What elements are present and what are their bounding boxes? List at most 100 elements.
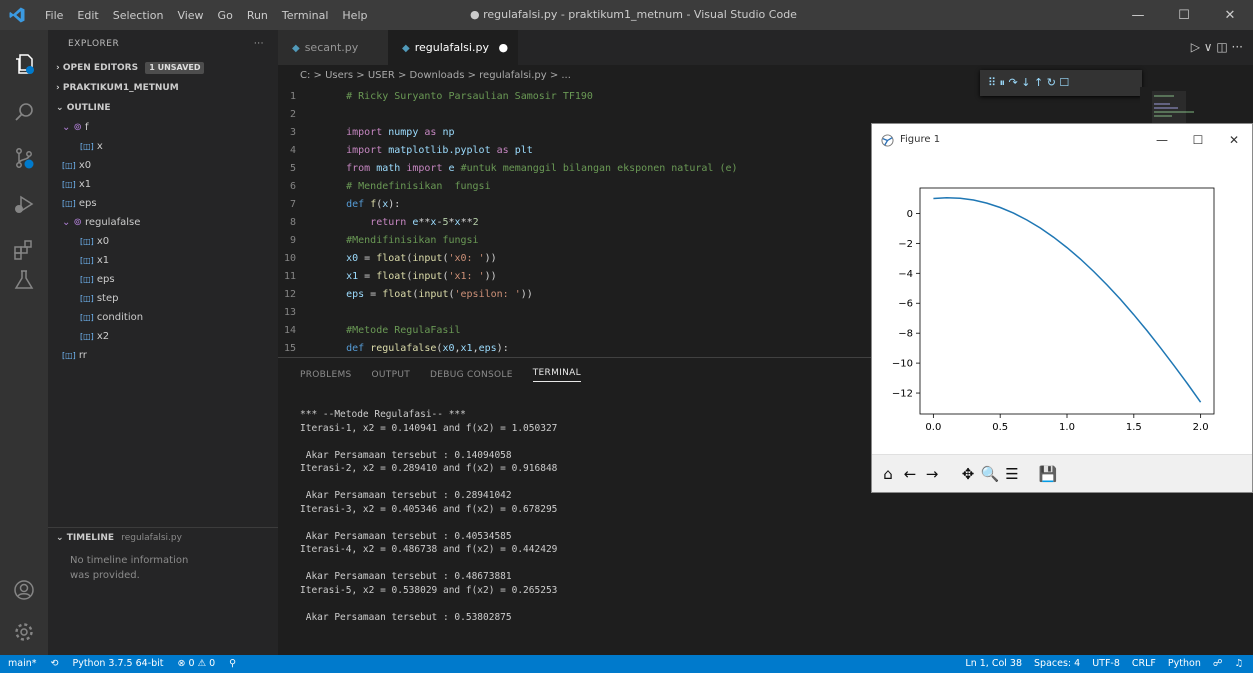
forward-icon[interactable]: → — [922, 463, 942, 485]
status-bar: main* ⟲ Python 3.7.5 64-bit ⊗ 0 ⚠ 0 ⚲ Ln 1, … — [0, 655, 1253, 673]
status-item[interactable]: ☍ — [1213, 655, 1223, 673]
code-text: import numpy as np — [346, 127, 455, 138]
unsaved-dot-icon[interactable]: ● — [498, 41, 508, 54]
breadcrumb[interactable]: C: > Users > USER > Downloads > regulafa… — [278, 65, 978, 87]
code-text: x1 = float(input('x1: ')) — [346, 271, 497, 282]
close-button[interactable]: ✕ — [1207, 0, 1253, 30]
outline-item[interactable]: ⌄ ⊚ regulafalse — [48, 213, 278, 232]
outline-item-label: x — [96, 141, 103, 152]
outline-item[interactable]: [◫] x — [48, 137, 278, 156]
outline-item[interactable]: [◫] x1 — [48, 175, 278, 194]
pan-icon[interactable]: ✥ — [958, 463, 978, 485]
figure-maximize-button[interactable]: ☐ — [1180, 124, 1216, 156]
outline-item[interactable]: [◫] eps — [48, 194, 278, 213]
status-item[interactable]: ⊗ 0 ⚠ 0 — [178, 655, 216, 673]
save-icon[interactable]: 💾 — [1038, 463, 1058, 485]
status-item[interactable]: Python 3.7.5 64-bit — [72, 655, 163, 673]
status-item[interactable]: Spaces: 4 — [1034, 655, 1080, 673]
extensions-icon[interactable] — [12, 238, 36, 262]
chevron-down-icon: ⌄ — [56, 533, 64, 543]
plot-area[interactable]: 0.0 0.5 1.0 1.5 2.0 0 −2 −4 −6 −8 −10 −12 — [872, 156, 1252, 454]
terminal-output[interactable]: *** --Metode Regulafasi-- *** Iterasi-1,… — [300, 408, 557, 624]
configure-icon[interactable]: ☰ — [1002, 463, 1022, 485]
y-tick-label: 0 — [907, 209, 913, 220]
outline-section[interactable]: ⌄ OUTLINE — [48, 98, 278, 118]
back-icon[interactable]: ← — [900, 463, 920, 485]
x-tick-label: 0.0 — [925, 422, 941, 433]
open-editors-section[interactable]: › OPEN EDITORS 1 UNSAVED — [48, 58, 278, 78]
matplotlib-figure-window: Figure 1 — ☐ ✕ 0.0 0.5 1.0 1.5 2.0 0 −2 −4 −6 −8 −… — [871, 123, 1253, 493]
outline-item-label: x1 — [78, 179, 92, 190]
tab-terminal[interactable]: TERMINAL — [532, 368, 581, 382]
code-line[interactable]: 2 — [278, 106, 1138, 124]
home-icon[interactable]: ⌂ — [878, 463, 898, 485]
outline-item[interactable]: [◫] rr — [48, 346, 278, 365]
timeline-header[interactable]: ⌄ TIMELINE regulafalsi.py — [48, 527, 278, 547]
outline-item[interactable]: [◫] eps — [48, 270, 278, 289]
sidebar-title-text: EXPLORER — [68, 39, 120, 49]
menu-view[interactable]: View — [170, 9, 210, 22]
outline-item[interactable]: [◫] x0 — [48, 232, 278, 251]
tab-label: regulafalsi.py — [414, 41, 489, 54]
outline-item[interactable]: [◫] x0 — [48, 156, 278, 175]
activity-bar — [0, 30, 48, 655]
settings-gear-icon[interactable] — [12, 620, 36, 644]
status-item[interactable]: ♫ — [1234, 655, 1243, 673]
figure-toolbar: ⌂ ← → ✥ 🔍 ☰ 💾 — [872, 454, 1252, 492]
menu-run[interactable]: Run — [240, 9, 275, 22]
figure-title-bar: Figure 1 — ☐ ✕ — [872, 124, 1252, 156]
outline-item[interactable]: [◫] condition — [48, 308, 278, 327]
line-number: 6 — [289, 181, 296, 192]
status-item[interactable]: main* — [8, 655, 37, 673]
debug-toolbar[interactable]: ⠿ ⏸ ↷ ↓ ↑ ↻ ☐ — [980, 70, 1142, 96]
code-text: import matplotlib.pyplot as plt — [346, 145, 533, 156]
tab-regulafalsi[interactable]: ◆ regulafalsi.py ● — [388, 30, 518, 65]
figure-close-button[interactable]: ✕ — [1216, 124, 1252, 156]
tab-problems[interactable]: PROBLEMS — [300, 370, 352, 380]
menu-go[interactable]: Go — [211, 9, 240, 22]
workspace-section[interactable]: › PRAKTIKUM1_METNUM — [48, 78, 278, 98]
explorer-icon[interactable] — [12, 52, 36, 76]
run-debug-icon[interactable] — [12, 192, 36, 216]
account-icon[interactable] — [12, 578, 36, 602]
outline-item-label: eps — [78, 198, 97, 209]
y-tick-label: −6 — [898, 299, 913, 310]
menu-file[interactable]: File — [38, 9, 70, 22]
outline-item[interactable]: [◫] x2 — [48, 327, 278, 346]
outline-item[interactable]: [◫] x1 — [48, 251, 278, 270]
variable-symbol-icon: [◫] — [80, 275, 94, 284]
status-item[interactable]: CRLF — [1132, 655, 1156, 673]
menu-edit[interactable]: Edit — [70, 9, 105, 22]
menu-terminal[interactable]: Terminal — [275, 9, 336, 22]
more-actions-icon[interactable]: ··· — [254, 30, 264, 58]
maximize-button[interactable]: ☐ — [1161, 0, 1207, 30]
source-control-icon[interactable] — [12, 146, 36, 170]
editor-actions[interactable]: ▷ ∨ ◫ ··· — [1191, 30, 1243, 65]
outline-item[interactable]: ⌄ ⊚ f — [48, 118, 278, 137]
code-text: #Metode RegulaFasil — [346, 325, 461, 336]
status-item[interactable]: Ln 1, Col 38 — [965, 655, 1022, 673]
tab-output[interactable]: OUTPUT — [372, 370, 410, 380]
status-item[interactable]: ⚲ — [229, 655, 236, 673]
x-tick-label: 1.0 — [1059, 422, 1075, 433]
minimize-button[interactable]: — — [1115, 0, 1161, 30]
tab-secant[interactable]: ◆ secant.py — [278, 30, 388, 65]
menu-help[interactable]: Help — [335, 9, 374, 22]
status-item[interactable]: Python — [1168, 655, 1201, 673]
line-number: 14 — [283, 325, 296, 336]
code-text: # Mendefinisikan fungsi — [346, 181, 491, 192]
outline-item-label: condition — [96, 312, 144, 323]
testing-icon[interactable] — [12, 268, 36, 292]
line-number: 3 — [289, 127, 296, 138]
outline-item[interactable]: [◫] step — [48, 289, 278, 308]
zoom-icon[interactable]: 🔍 — [980, 463, 1000, 485]
vscode-logo-icon — [9, 7, 25, 23]
tab-debug-console[interactable]: DEBUG CONSOLE — [430, 370, 513, 380]
menu-selection[interactable]: Selection — [106, 9, 171, 22]
status-item[interactable]: ⟲ — [51, 655, 59, 673]
search-icon[interactable] — [12, 100, 36, 124]
status-left: main* ⟲ Python 3.7.5 64-bit ⊗ 0 ⚠ 0 ⚲ — [8, 655, 236, 673]
status-item[interactable]: UTF-8 — [1092, 655, 1120, 673]
outline-item-label: f — [84, 122, 89, 133]
figure-minimize-button[interactable]: — — [1144, 124, 1180, 156]
